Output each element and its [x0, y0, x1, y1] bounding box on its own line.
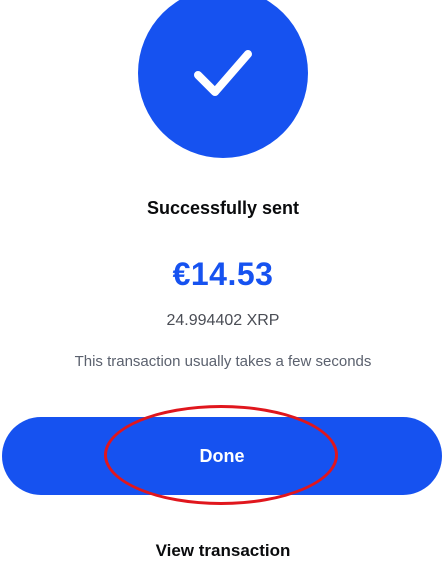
fiat-amount: €14.53 — [172, 256, 274, 292]
view-transaction-link[interactable]: View transaction — [0, 541, 446, 561]
checkmark-icon — [194, 50, 252, 96]
transaction-note: This transaction usually takes a few sec… — [74, 353, 372, 370]
send-success-screen: Successfully sent €14.53 24.994402 XRP T… — [0, 0, 446, 570]
crypto-amount: 24.994402 XRP — [166, 312, 280, 329]
success-badge — [138, 0, 308, 158]
status-title: Successfully sent — [146, 198, 300, 218]
done-button-label: Done — [199, 445, 245, 466]
done-button[interactable]: Done — [2, 417, 442, 495]
